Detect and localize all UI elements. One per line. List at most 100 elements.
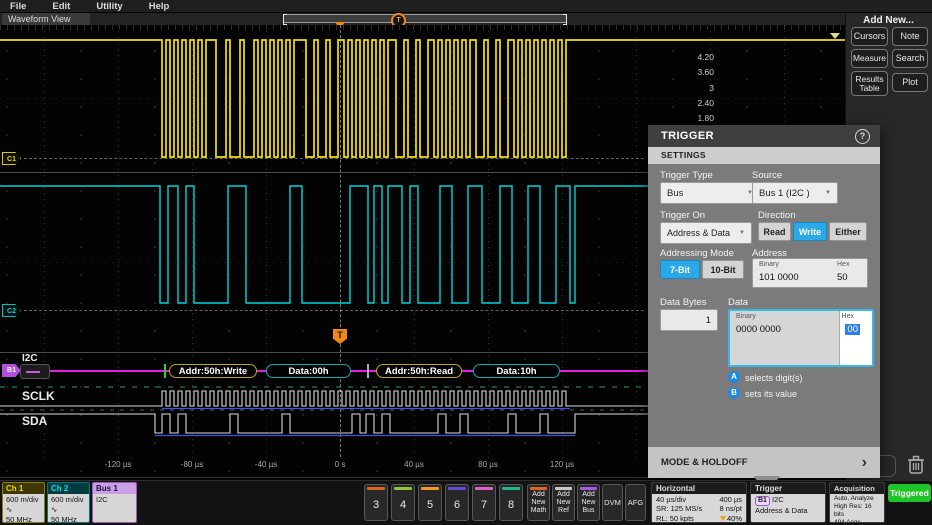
direction-read-button[interactable]: Read — [758, 222, 791, 241]
addressing-mode-label: Addressing Mode — [660, 248, 734, 259]
mode-holdoff-section[interactable]: MODE & HOLDOFF › — [648, 447, 880, 478]
trigger-info-title: Trigger — [751, 483, 825, 494]
search-button[interactable]: Search — [892, 49, 928, 68]
ch1-offscreen-arrow-icon — [830, 33, 840, 39]
data-bytes-input[interactable]: 1 — [660, 309, 718, 331]
source-dropdown[interactable]: Bus 1 (I2C ) ▼ — [752, 182, 838, 204]
ch2-badge[interactable]: Ch 2 600 m/div ∿ 50 MHz — [47, 482, 90, 523]
ch6-button[interactable]: 6 — [445, 484, 469, 521]
trigger-on-label: Trigger On — [660, 210, 705, 221]
decode-bubble-data-10: Data:10h — [473, 364, 560, 378]
plot-button[interactable]: Plot — [892, 73, 928, 92]
data-bytes-value: 1 — [706, 315, 711, 326]
ch7-button[interactable]: 7 — [472, 484, 496, 521]
sclk-label: SCLK — [22, 389, 55, 403]
decode-bubble-addr-write: Addr:50h:Write — [169, 364, 257, 378]
time-label: 120 µs — [539, 460, 585, 469]
decode-bubble-addr-read: Addr:50h:Read — [376, 364, 462, 378]
note-button[interactable]: Note — [892, 27, 928, 46]
knob-b-icon: B — [728, 387, 740, 399]
dvm-button[interactable]: DVM — [602, 484, 623, 521]
decode-bubble-data-00: Data:00h — [266, 364, 351, 378]
trigger-type-dropdown[interactable]: Bus▼ — [660, 182, 760, 204]
ch1-badge-name: Ch 1 — [3, 483, 44, 494]
direction-write-button[interactable]: Write — [793, 222, 827, 241]
addressing-7bit-button[interactable]: 7-Bit — [660, 260, 700, 279]
ch2-bandwidth: 50 MHz — [51, 515, 86, 524]
scale-value: 3 — [684, 83, 714, 93]
tab-settings[interactable]: SETTINGS — [648, 147, 880, 164]
chevron-down-icon: ▼ — [825, 190, 831, 196]
ch8-button[interactable]: 8 — [499, 484, 523, 521]
measure-button[interactable]: Measure — [851, 49, 888, 68]
coupling-icon: ∿ — [51, 505, 86, 515]
add-new-title: Add New... — [845, 15, 932, 26]
ch2-scale: 600 m/div — [51, 495, 86, 505]
address-value-box[interactable]: Binary 101 0000 Hex 50 — [752, 258, 868, 288]
cursors-button[interactable]: Cursors — [851, 27, 888, 46]
b1-badge: B1 — [755, 496, 770, 506]
trigger-info-panel[interactable]: Trigger B1 I2C Address & Data — [750, 482, 826, 523]
ch4-button[interactable]: 4 — [391, 484, 415, 521]
chevron-down-icon: ▼ — [739, 230, 745, 236]
time-label: -120 µs — [95, 460, 141, 469]
ch1-scale: 600 m/div — [6, 495, 41, 505]
time-label: -80 µs — [169, 460, 215, 469]
add-new-math-button[interactable]: AddNewMath — [527, 484, 550, 521]
knob-b-hint: sets its value — [745, 389, 797, 399]
acquisition-title: Acquisition — [830, 483, 884, 494]
scale-value: 2.40 — [684, 98, 714, 108]
bus1-type: I2C — [96, 495, 133, 505]
address-hex-label: Hex — [837, 261, 849, 268]
address-binary-value: 101 0000 — [759, 272, 799, 283]
chevron-right-icon: › — [862, 447, 867, 478]
scale-value: 4.20 — [684, 52, 714, 62]
source-label: Source — [752, 170, 782, 181]
time-label: 0 s — [317, 460, 363, 469]
knob-a-hint: selects digit(s) — [745, 373, 803, 383]
data-label: Data — [728, 297, 748, 308]
trigger-type-value: Bus — [667, 188, 683, 199]
time-label: 40 µs — [391, 460, 437, 469]
address-binary-label: Binary — [759, 261, 779, 268]
add-new-bus-button[interactable]: AddNewBus — [577, 484, 600, 521]
data-hex-value-selected: 00 — [845, 324, 860, 335]
acquisition-panel[interactable]: Acquisition Auto, Analyze High Res: 16 b… — [829, 482, 885, 523]
ch3-button[interactable]: 3 — [364, 484, 388, 521]
help-icon[interactable]: ? — [855, 129, 870, 144]
data-value-box[interactable]: Binary 0000 0000 Hex 00 — [728, 309, 874, 367]
trigger-position-icon — [720, 516, 726, 521]
mode-holdoff-label: MODE & HOLDOFF — [661, 457, 748, 468]
data-bytes-label: Data Bytes — [660, 297, 706, 308]
coupling-icon: ∿ — [6, 505, 41, 515]
horizontal-panel[interactable]: Horizontal 40 µs/div400 µs SR: 125 MS/s8… — [651, 482, 747, 523]
add-new-ref-button[interactable]: AddNewRef — [552, 484, 575, 521]
trigger-on-value: Address & Data — [667, 228, 730, 238]
panel-title: TRIGGER — [648, 125, 880, 147]
ch1-badge[interactable]: Ch 1 600 m/div ∿ 50 MHz — [2, 482, 45, 523]
addressing-10bit-button[interactable]: 10-Bit — [702, 260, 744, 279]
source-value: Bus 1 (I2C ) — [759, 188, 810, 199]
bus-label: I2C — [22, 353, 38, 364]
scale-value: 3.60 — [684, 67, 714, 77]
trigger-on-dropdown[interactable]: Address & Data ▼ — [660, 222, 752, 244]
trash-icon[interactable] — [903, 452, 929, 478]
direction-label: Direction — [758, 210, 796, 221]
results-table-button[interactable]: Results Table — [851, 71, 888, 96]
data-binary-label: Binary — [736, 313, 756, 320]
horizontal-title: Horizontal — [652, 483, 746, 494]
afg-button[interactable]: AFG — [625, 484, 646, 521]
data-hex-label: Hex — [842, 313, 854, 320]
bus1-badge[interactable]: Bus 1 I2C — [92, 482, 137, 523]
sda-label: SDA — [22, 414, 47, 428]
knob-a-icon: A — [728, 371, 740, 383]
trigger-settings-panel: TRIGGER ? SETTINGS Trigger Type Bus▼ Sou… — [648, 125, 880, 478]
trigger-type-label: Trigger Type — [660, 170, 713, 181]
ch1-bandwidth: 50 MHz — [6, 515, 41, 524]
bus-collapse-box[interactable] — [20, 364, 50, 379]
direction-either-button[interactable]: Either — [829, 222, 867, 241]
ch2-badge-name: Ch 2 — [48, 483, 89, 494]
oscilloscope-screen: File Edit Utility Help Waveform View T — [0, 0, 932, 525]
ch5-button[interactable]: 5 — [418, 484, 442, 521]
triggered-status-button[interactable]: Triggered — [888, 484, 931, 502]
